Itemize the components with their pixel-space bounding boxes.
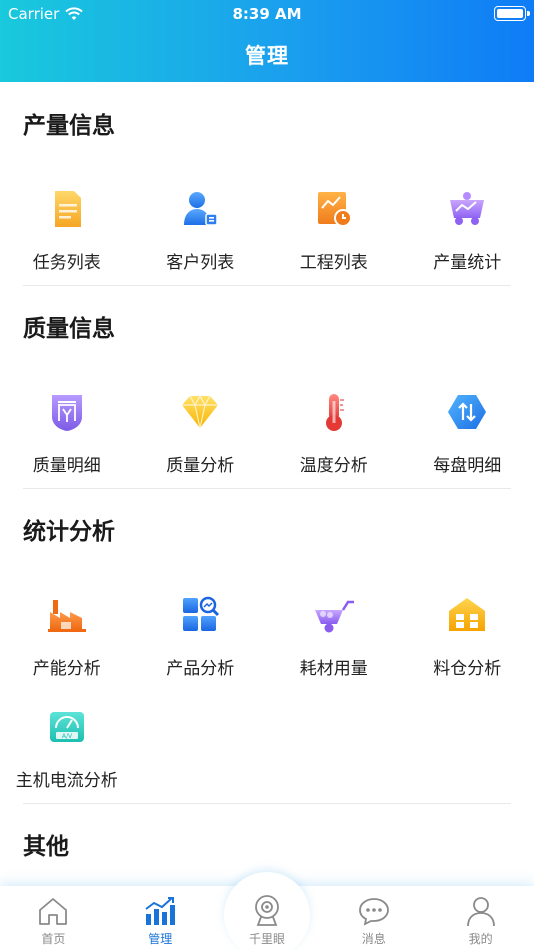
menu-item-quality-analysis[interactable]: 质量分析 xyxy=(134,379,268,491)
menu-item-label: 产品分析 xyxy=(166,659,235,679)
menu-item-label: 工程列表 xyxy=(299,253,368,273)
chart-icon xyxy=(145,897,176,925)
menu-item-quality-detail[interactable]: 质量明细 xyxy=(0,379,134,491)
menu-item-silo-analysis[interactable]: 料仓分析 xyxy=(401,582,534,694)
quality-analysis-icon xyxy=(177,389,223,435)
tab-label: 千里眼 xyxy=(248,932,285,946)
menu-item-label: 料仓分析 xyxy=(433,659,502,679)
output-stats-icon xyxy=(444,186,490,232)
menu-item-label: 客户列表 xyxy=(166,253,235,273)
menu-item-label: 耗材用量 xyxy=(299,659,368,679)
tab-messages[interactable]: 消息 xyxy=(320,886,427,950)
menu-item-label: 质量明细 xyxy=(32,456,101,476)
thermometer-icon xyxy=(311,389,357,435)
task-list-icon xyxy=(44,186,90,232)
tab-monitor[interactable]: 千里眼 xyxy=(213,886,321,950)
status-bar: Carrier 8:39 AM xyxy=(0,0,534,28)
menu-item-batch-detail[interactable]: 每盘明细 xyxy=(401,379,534,491)
battery-icon xyxy=(494,6,530,21)
tab-label: 管理 xyxy=(148,932,173,946)
status-time: 8:39 AM xyxy=(232,5,302,23)
profile-icon xyxy=(466,897,495,927)
factory-icon xyxy=(44,592,90,638)
menu-item-label: 主机电流分析 xyxy=(15,771,118,791)
camera-icon xyxy=(255,895,279,926)
tab-label: 消息 xyxy=(361,932,386,946)
message-icon xyxy=(358,898,389,926)
section-title: 产量信息 xyxy=(23,113,115,139)
menu-item-label: 每盘明细 xyxy=(433,456,502,476)
menu-item-label: 产量统计 xyxy=(433,253,502,273)
home-icon xyxy=(39,898,68,925)
menu-item-customer-list[interactable]: 客户列表 xyxy=(134,176,268,288)
section-title: 其他 xyxy=(23,834,69,860)
ammeter-icon: A/V xyxy=(44,704,90,750)
batch-detail-icon xyxy=(444,389,490,435)
menu-item-task-list[interactable]: 任务列表 xyxy=(0,176,134,288)
tab-manage[interactable]: 管理 xyxy=(107,886,214,950)
section-title: 统计分析 xyxy=(23,519,115,545)
tab-label: 首页 xyxy=(41,932,66,946)
page-title: 管理 xyxy=(245,44,289,68)
menu-item-label: 温度分析 xyxy=(299,456,368,476)
product-analysis-icon xyxy=(177,592,223,638)
header: Carrier 8:39 AM 管理 xyxy=(0,0,534,82)
section-quality-info: 质量信息 质量明细 质量分析 温度分析 每盘明细 xyxy=(0,286,534,491)
tab-home[interactable]: 首页 xyxy=(0,886,107,950)
menu-item-host-current-analysis[interactable]: A/V 主机电流分析 xyxy=(0,694,134,806)
section-other: 其他 xyxy=(0,804,534,865)
menu-item-temperature-analysis[interactable]: 温度分析 xyxy=(267,379,401,491)
menu-item-capacity-analysis[interactable]: 产能分析 xyxy=(0,582,134,694)
customer-list-icon xyxy=(177,186,223,232)
tab-profile[interactable]: 我的 xyxy=(427,886,534,950)
menu-item-product-analysis[interactable]: 产品分析 xyxy=(134,582,268,694)
menu-item-label: 质量分析 xyxy=(166,456,235,476)
menu-item-label: 任务列表 xyxy=(32,253,101,273)
section-stats-analysis: 统计分析 产能分析 产品分析 耗材用量 料仓分析 A/V 主机电流分析 xyxy=(0,489,534,806)
menu-item-output-stats[interactable]: 产量统计 xyxy=(401,176,534,288)
menu-grid: 产能分析 产品分析 耗材用量 料仓分析 A/V 主机电流分析 xyxy=(0,582,534,806)
menu-grid: 质量明细 质量分析 温度分析 每盘明细 xyxy=(0,379,534,491)
management-content[interactable]: 产量信息 任务列表 客户列表 工程列表 产量统计 质量信息 质量明细 质量分析 … xyxy=(0,82,534,886)
wheelbarrow-icon xyxy=(311,592,357,638)
quality-detail-icon xyxy=(44,389,90,435)
warehouse-icon xyxy=(444,592,490,638)
menu-item-label: 产能分析 xyxy=(32,659,101,679)
menu-item-project-list[interactable]: 工程列表 xyxy=(267,176,401,288)
project-list-icon xyxy=(311,186,357,232)
menu-grid: 任务列表 客户列表 工程列表 产量统计 xyxy=(0,176,534,288)
menu-item-consumables[interactable]: 耗材用量 xyxy=(267,582,401,694)
tab-label: 我的 xyxy=(468,932,493,946)
svg-text:A/V: A/V xyxy=(62,733,73,740)
section-title: 质量信息 xyxy=(23,316,115,342)
section-output-info: 产量信息 任务列表 客户列表 工程列表 产量统计 xyxy=(0,82,534,288)
